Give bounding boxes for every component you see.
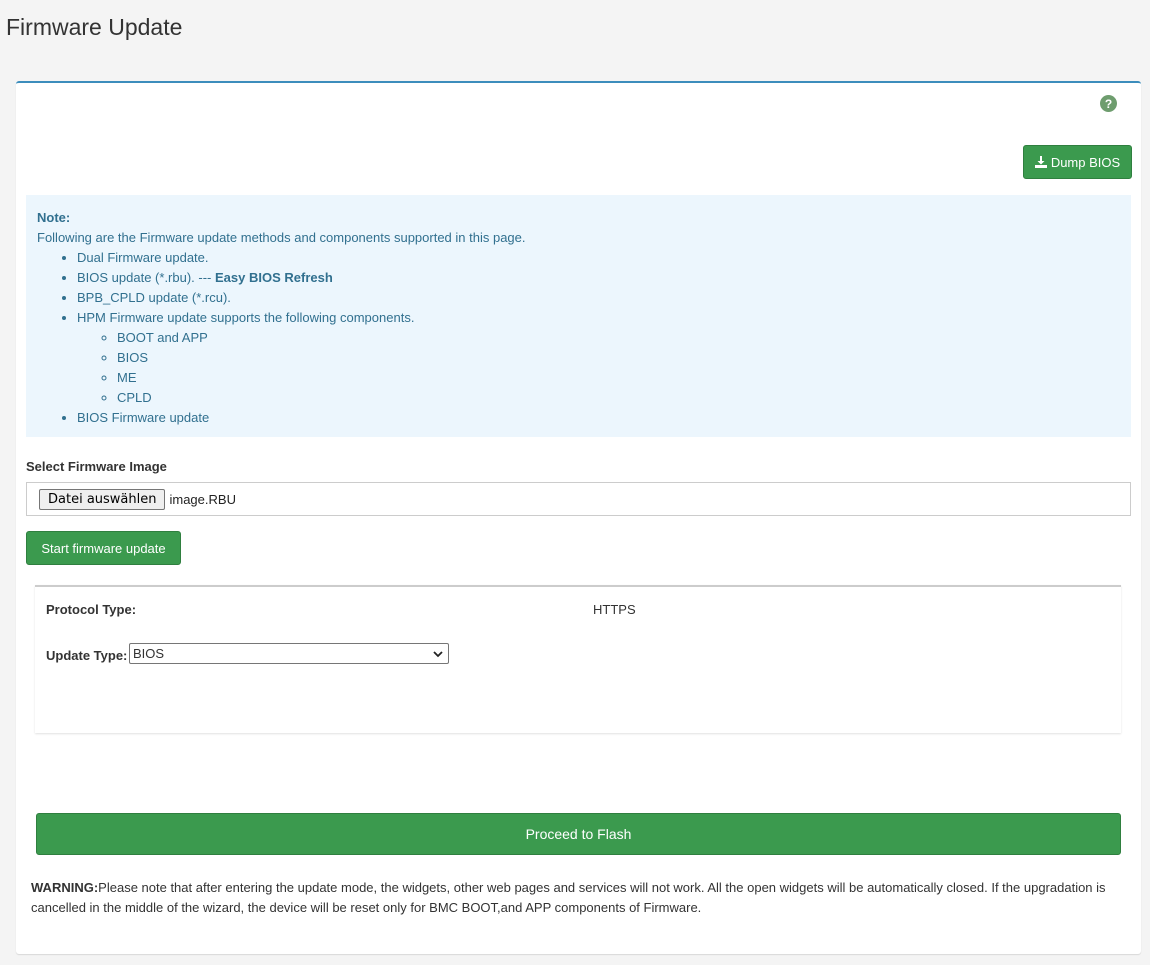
- note-intro: Following are the Firmware update method…: [37, 230, 526, 245]
- firmware-update-panel: ? Dump BIOS Note: Following are the Firm…: [16, 81, 1141, 954]
- warning-prefix: WARNING:: [31, 880, 99, 895]
- proceed-to-flash-button[interactable]: Proceed to Flash: [36, 813, 1121, 855]
- protocol-panel: Protocol Type: HTTPS Update Type: BIOS: [35, 585, 1121, 733]
- sub-list-item: BIOS: [117, 348, 1120, 368]
- dump-bios-button[interactable]: Dump BIOS: [1023, 145, 1132, 179]
- note-list: Dual Firmware update. BIOS update (*.rbu…: [77, 248, 1120, 428]
- dump-bios-label: Dump BIOS: [1050, 154, 1121, 170]
- chevron-down-icon: [433, 650, 443, 657]
- list-item: BPB_CPLD update (*.rcu).: [77, 288, 1120, 308]
- update-type-value: BIOS: [133, 646, 165, 661]
- select-firmware-label: Select Firmware Image: [26, 459, 167, 474]
- download-icon: [1034, 156, 1047, 168]
- sub-list: BOOT and APP BIOS ME CPLD: [117, 328, 1120, 408]
- protocol-type-label: Protocol Type:: [46, 602, 137, 617]
- list-item: Dual Firmware update.: [77, 248, 1120, 268]
- warning-text: WARNING:Please note that after entering …: [31, 878, 1126, 918]
- sub-list-item: ME: [117, 368, 1120, 388]
- choose-file-button[interactable]: Datei auswählen: [39, 488, 166, 510]
- file-name: image.RBU: [169, 491, 236, 507]
- note-box: Note: Following are the Firmware update …: [26, 195, 1131, 437]
- list-item: BIOS Firmware update: [77, 408, 1120, 428]
- note-title: Note:: [37, 210, 71, 225]
- sub-list-item: CPLD: [117, 388, 1120, 408]
- list-item: BIOS update (*.rbu). --- Easy BIOS Refre…: [77, 268, 1120, 288]
- sub-list-item: BOOT and APP: [117, 328, 1120, 348]
- file-input[interactable]: Datei auswählen image.RBU: [26, 482, 1131, 516]
- page-title: Firmware Update: [6, 14, 183, 40]
- update-type-select[interactable]: BIOS: [129, 643, 449, 664]
- update-type-label: Update Type:: [46, 648, 128, 663]
- question-circle-icon[interactable]: ?: [1100, 95, 1117, 112]
- warning-body: Please note that after entering the upda…: [31, 880, 1106, 915]
- start-firmware-update-button[interactable]: Start firmware update: [26, 531, 181, 565]
- protocol-type-value: HTTPS: [593, 602, 636, 617]
- list-item: HPM Firmware update supports the followi…: [77, 308, 1120, 408]
